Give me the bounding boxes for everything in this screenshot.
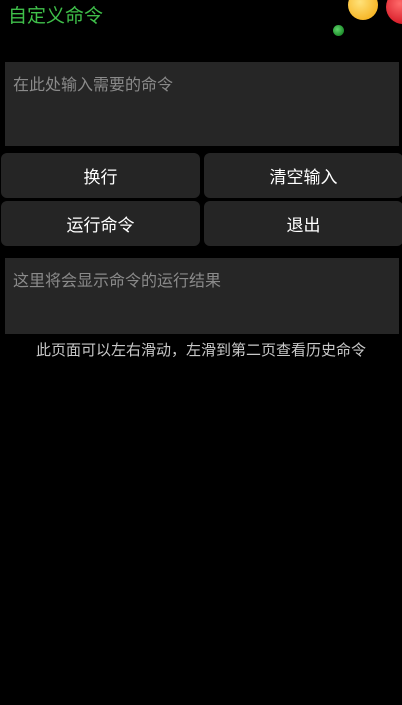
page-title: 自定义命令 [8,5,104,27]
exit-button[interactable]: 退出 [204,201,402,246]
clear-input-button[interactable]: 清空输入 [204,153,402,198]
newline-button[interactable]: 换行 [1,153,200,198]
command-result-area: 这里将会显示命令的运行结果 [5,258,399,334]
run-command-button[interactable]: 运行命令 [1,201,200,246]
red-dot-decoration [386,0,402,24]
yellow-dot-decoration [348,0,378,20]
result-placeholder-text: 这里将会显示命令的运行结果 [13,271,222,290]
command-input[interactable] [5,62,399,146]
custom-command-screen: 自定义命令 换行 清空输入 运行命令 退出 这里将会显示命令的运行结果 此页面可… [0,0,402,705]
swipe-hint-text: 此页面可以左右滑动，左滑到第二页查看历史命令 [35,341,366,359]
green-dot-decoration [333,25,344,36]
